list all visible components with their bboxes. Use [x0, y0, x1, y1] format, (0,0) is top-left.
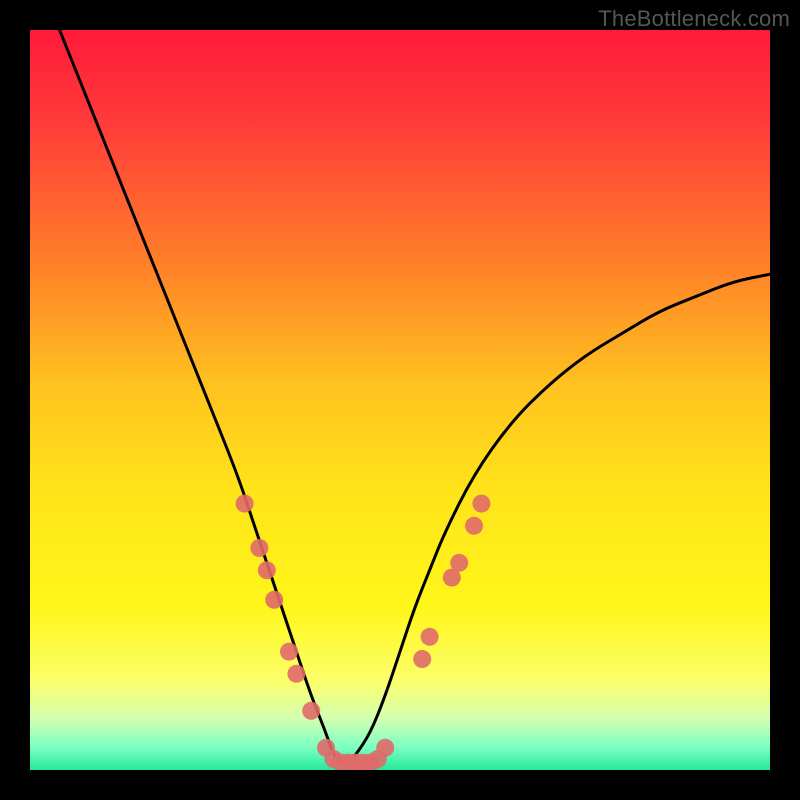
data-marker — [302, 702, 320, 720]
data-marker — [250, 539, 268, 557]
data-marker — [472, 495, 490, 513]
data-marker — [465, 517, 483, 535]
data-marker — [258, 561, 276, 579]
data-marker — [450, 554, 468, 572]
data-marker — [413, 650, 431, 668]
data-marker — [236, 495, 254, 513]
data-marker — [376, 739, 394, 757]
bottleneck-chart — [30, 30, 770, 770]
data-marker — [265, 591, 283, 609]
chart-frame — [30, 30, 770, 770]
data-marker — [421, 628, 439, 646]
data-marker — [280, 643, 298, 661]
data-marker — [287, 665, 305, 683]
gradient-bg — [30, 30, 770, 770]
watermark-text: TheBottleneck.com — [598, 6, 790, 32]
